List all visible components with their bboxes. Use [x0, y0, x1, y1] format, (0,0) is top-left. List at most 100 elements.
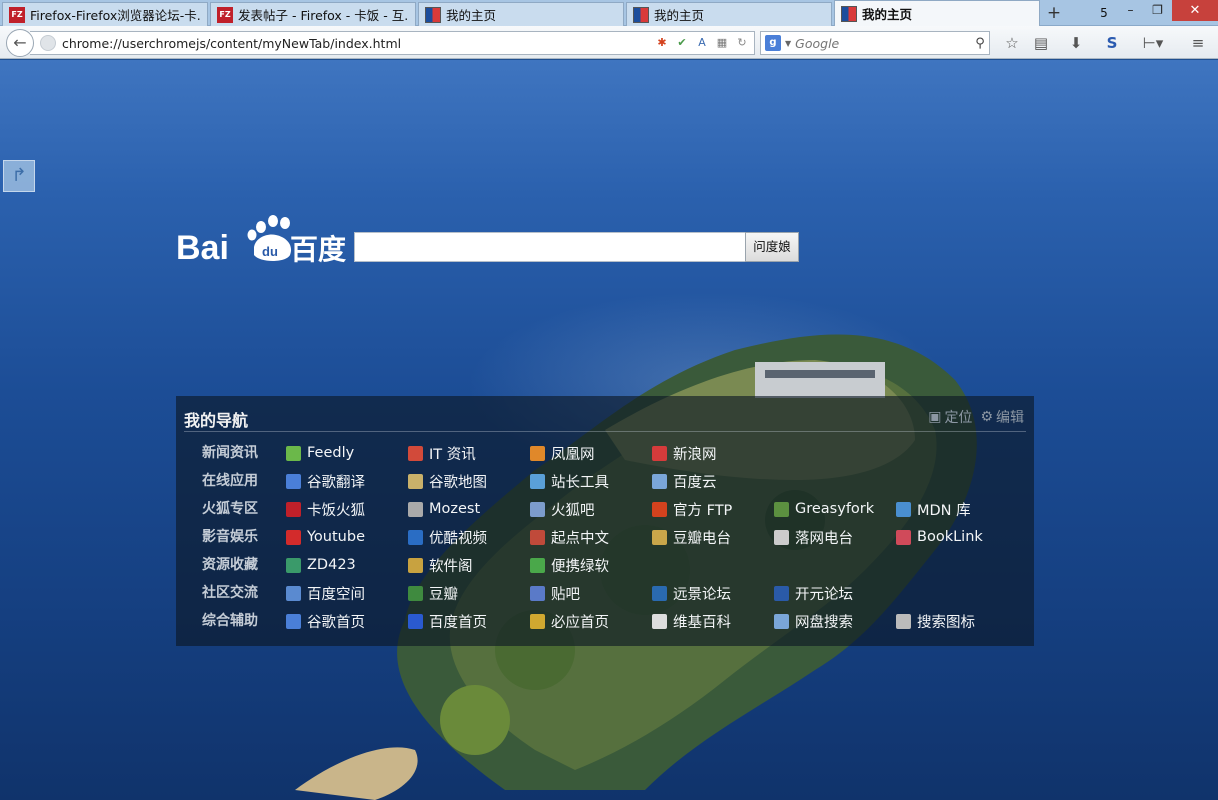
- baidu-search-button[interactable]: 问度娘: [745, 232, 799, 262]
- edit-button[interactable]: ⚙ 编辑: [980, 407, 1024, 427]
- site-favicon-icon: [530, 473, 545, 489]
- nav-link[interactable]: Feedly: [286, 439, 354, 467]
- nav-link-label: 百度空间: [307, 586, 365, 603]
- site-favicon-icon: [652, 613, 667, 629]
- nav-link[interactable]: 凤凰网: [530, 439, 595, 467]
- search-bar[interactable]: g ▼ ⚲: [760, 31, 990, 55]
- nav-link[interactable]: 软件阁: [408, 551, 473, 579]
- tab-strip: FZ Firefox-Firefox浏览器论坛-卡... FZ 发表帖子 - F…: [0, 0, 1218, 26]
- translate-icon[interactable]: A: [694, 35, 710, 51]
- nav-link[interactable]: 起点中文: [530, 523, 609, 551]
- reload-icon[interactable]: ↻: [734, 35, 750, 51]
- grid-icon[interactable]: ▦: [714, 35, 730, 51]
- tab-3[interactable]: 我的主页: [418, 2, 624, 26]
- minimize-button[interactable]: –: [1117, 0, 1144, 21]
- locate-icon: ▣: [928, 409, 942, 425]
- tab-4[interactable]: 我的主页: [626, 2, 832, 26]
- site-favicon-icon: [286, 529, 301, 545]
- nav-link[interactable]: Mozest: [408, 495, 480, 523]
- baidu-search-input[interactable]: [354, 232, 746, 262]
- site-favicon-icon: [896, 501, 911, 517]
- kafan-favicon-icon: FZ: [9, 6, 25, 23]
- nav-link[interactable]: 便携绿软: [530, 551, 609, 579]
- hamburger-menu-icon[interactable]: ≡: [1186, 31, 1210, 55]
- tab-count-badge[interactable]: 5: [1094, 4, 1114, 22]
- extension-menu-icon[interactable]: ⊢▾: [1136, 31, 1170, 55]
- sync-icon[interactable]: S: [1100, 31, 1124, 55]
- nav-category-row: 新闻资讯 Feedly IT 资讯 凤凰网 新浪网: [176, 439, 1034, 467]
- side-share-icon[interactable]: ↱: [3, 160, 35, 192]
- nav-link[interactable]: MDN 库: [896, 495, 971, 523]
- nav-link-label: 火狐吧: [551, 502, 595, 519]
- nav-link-label: 官方 FTP: [673, 502, 733, 519]
- url-bar[interactable]: chrome://userchromejs/content/myNewTab/i…: [30, 31, 755, 55]
- tab-2[interactable]: FZ 发表帖子 - Firefox - 卡饭 - 互...: [210, 2, 416, 26]
- nav-link[interactable]: 贴吧: [530, 579, 580, 607]
- nav-link[interactable]: Youtube: [286, 523, 365, 551]
- nav-link[interactable]: BookLink: [896, 523, 983, 551]
- nav-link-label: 搜索图标: [917, 614, 975, 631]
- nav-link[interactable]: 官方 FTP: [652, 495, 732, 523]
- nav-category-label: 社区交流: [202, 585, 258, 601]
- addon-check-icon[interactable]: ✔: [674, 35, 690, 51]
- chevron-down-icon[interactable]: ▼: [785, 39, 791, 48]
- tab-5-active[interactable]: 我的主页: [834, 0, 1040, 26]
- nav-link[interactable]: 网盘搜索: [774, 607, 853, 635]
- nav-link-label: 维基百科: [673, 614, 731, 631]
- nav-link-label: Mozest: [429, 501, 481, 517]
- nav-link[interactable]: 火狐吧: [530, 495, 595, 523]
- nav-link[interactable]: 搜索图标: [896, 607, 975, 635]
- nav-link[interactable]: 百度云: [652, 467, 717, 495]
- nav-link[interactable]: 站长工具: [530, 467, 609, 495]
- tab-title: Firefox-Firefox浏览器论坛-卡...: [30, 8, 201, 23]
- site-identity-icon[interactable]: [40, 35, 56, 51]
- nav-link[interactable]: 谷歌翻译: [286, 467, 365, 495]
- nav-link-label: 便携绿软: [551, 558, 609, 575]
- nav-link[interactable]: 必应首页: [530, 607, 609, 635]
- nav-category-label: 影音娱乐: [202, 529, 258, 545]
- nav-link-label: 谷歌首页: [307, 614, 365, 631]
- nav-link[interactable]: 远景论坛: [652, 579, 731, 607]
- site-favicon-icon: [286, 557, 301, 573]
- site-favicon-icon: [652, 473, 667, 489]
- bookmark-star-icon[interactable]: ☆: [1000, 31, 1024, 55]
- nav-link[interactable]: 豆瓣电台: [652, 523, 731, 551]
- close-window-button[interactable]: ✕: [1172, 0, 1218, 21]
- google-engine-icon[interactable]: g: [765, 35, 781, 51]
- nav-link[interactable]: IT 资讯: [408, 439, 476, 467]
- search-icon[interactable]: ⚲: [971, 36, 989, 51]
- tab-1[interactable]: FZ Firefox-Firefox浏览器论坛-卡...: [2, 2, 208, 26]
- new-tab-button[interactable]: +: [1041, 3, 1067, 24]
- nav-link[interactable]: ZD423: [286, 551, 356, 579]
- nav-link[interactable]: Greasyfork: [774, 495, 874, 523]
- restore-button[interactable]: ❐: [1144, 0, 1171, 21]
- search-input[interactable]: [795, 35, 971, 51]
- nav-link[interactable]: 谷歌首页: [286, 607, 365, 635]
- svg-text:du: du: [262, 244, 278, 259]
- nav-link[interactable]: 卡饭火狐: [286, 495, 365, 523]
- nav-link-label: 贴吧: [551, 586, 580, 603]
- nav-link[interactable]: 维基百科: [652, 607, 731, 635]
- my-navigation-panel: 我的导航 ▣ 定位 ⚙ 编辑 新闻资讯 Feedly IT 资讯 凤凰网 新浪网 在线应用 谷歌…: [176, 396, 1034, 646]
- nav-link[interactable]: 百度首页: [408, 607, 487, 635]
- nav-link[interactable]: 谷歌地图: [408, 467, 487, 495]
- nav-link[interactable]: 优酷视频: [408, 523, 487, 551]
- bookmarks-menu-icon[interactable]: ▤: [1029, 31, 1053, 55]
- nav-link[interactable]: 新浪网: [652, 439, 717, 467]
- url-text[interactable]: chrome://userchromejs/content/myNewTab/i…: [62, 36, 654, 51]
- nav-link-label: 开元论坛: [795, 586, 853, 603]
- nav-link[interactable]: 百度空间: [286, 579, 365, 607]
- nav-link[interactable]: 落网电台: [774, 523, 853, 551]
- baidu-logo: Bai du 百度: [176, 205, 350, 267]
- panel-divider: [184, 431, 1026, 432]
- svg-text:百度: 百度: [290, 233, 346, 265]
- downloads-icon[interactable]: ⬇: [1064, 31, 1088, 55]
- nav-link[interactable]: 开元论坛: [774, 579, 853, 607]
- nav-link[interactable]: 豆瓣: [408, 579, 458, 607]
- site-favicon-icon: [652, 445, 667, 461]
- back-button[interactable]: ←: [6, 29, 34, 57]
- nav-category-row: 综合辅助 谷歌首页 百度首页 必应首页 维基百科 网盘搜索 搜索图标: [176, 607, 1034, 635]
- locate-button[interactable]: ▣ 定位: [928, 407, 972, 427]
- addon-flag-icon[interactable]: ✱: [654, 35, 670, 51]
- nav-link-label: Greasyfork: [795, 501, 875, 517]
